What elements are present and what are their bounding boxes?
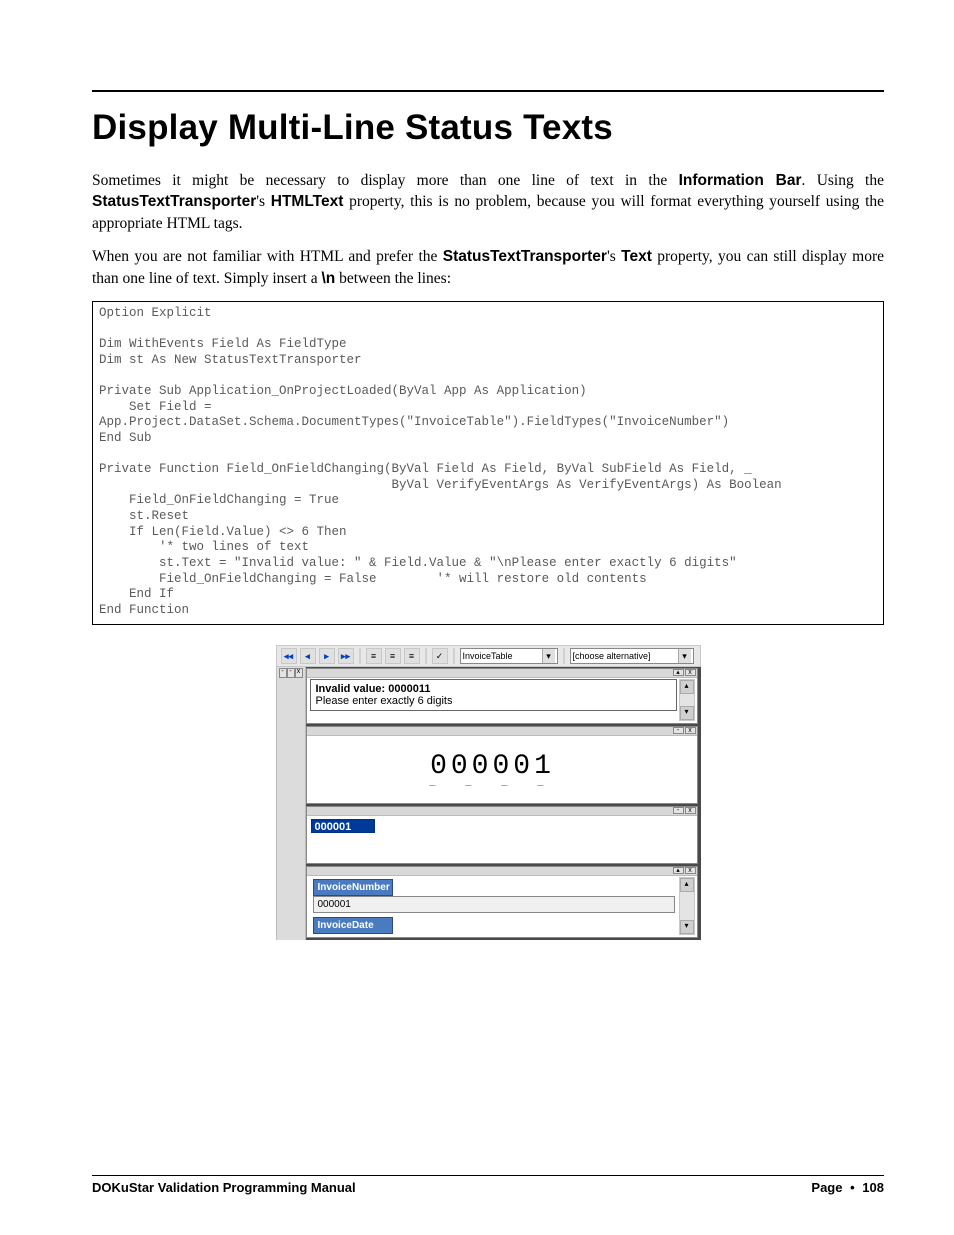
status-message-line-1: Invalid value: 0000011 xyxy=(316,683,671,695)
align-button-1[interactable]: ≡ xyxy=(366,648,382,664)
page-title: Display Multi-Line Status Texts xyxy=(92,108,884,148)
pane-close-button[interactable]: x xyxy=(685,867,696,874)
pane-close-button[interactable]: x xyxy=(685,669,696,676)
code-listing: Option Explicit Dim WithEvents Field As … xyxy=(92,301,884,626)
tick-marks: _ _ _ _ xyxy=(429,778,555,789)
separator xyxy=(453,648,455,664)
bullet-icon: • xyxy=(846,1180,859,1195)
toolbar: ◂◂ ◂ ▸ ▸▸ ≡ ≡ ≡ ✓ InvoiceTable ▾ [choose… xyxy=(276,645,701,667)
nav-first-button[interactable]: ◂◂ xyxy=(281,648,297,664)
status-message-line-2: Please enter exactly 6 digits xyxy=(316,695,671,707)
page-footer: DOKuStar Validation Programming Manual P… xyxy=(92,1175,884,1195)
paragraph-1: Sometimes it might be necessary to displ… xyxy=(92,170,884,234)
separator xyxy=(359,648,361,664)
text: Sometimes it might be necessary to displ… xyxy=(92,172,679,189)
chevron-down-icon: ▾ xyxy=(542,649,555,663)
input-pane: - x 000001 xyxy=(306,806,698,864)
left-gutter: - - x xyxy=(276,667,306,940)
invoice-number-input[interactable]: 000001 xyxy=(311,819,375,833)
scroll-down-icon: ▾ xyxy=(680,706,694,720)
nav-next-button[interactable]: ▸ xyxy=(319,648,335,664)
term-text-property: Text xyxy=(621,248,652,265)
field-label-invoice-number[interactable]: InvoiceNumber xyxy=(313,879,393,896)
scroll-up-icon: ▴ xyxy=(680,878,694,892)
nav-last-button[interactable]: ▸▸ xyxy=(338,648,354,664)
separator xyxy=(425,648,427,664)
term-information-bar: Information Bar xyxy=(679,172,802,189)
combo-value: [choose alternative] xyxy=(573,651,651,661)
pane-up-button[interactable]: - xyxy=(673,727,684,734)
status-message-pane: ▴ x Invalid value: 0000011 Please enter … xyxy=(306,668,698,724)
text: 's xyxy=(607,248,621,265)
text: . Using the xyxy=(801,172,884,189)
text: between the lines: xyxy=(335,270,451,287)
text: When you are not familiar with HTML and … xyxy=(92,248,443,265)
term-newline: \n xyxy=(321,270,335,287)
pane-close-button[interactable]: x xyxy=(685,807,696,814)
footer-page-number: 108 xyxy=(862,1180,884,1195)
pane-up-button[interactable]: - xyxy=(673,807,684,814)
pane-up-button[interactable]: ▴ xyxy=(673,867,684,874)
term-status-text-transporter: StatusTextTransporter xyxy=(443,248,607,265)
text: 's xyxy=(256,193,271,210)
combo-value: InvoiceTable xyxy=(463,651,513,661)
footer-page-label: Page xyxy=(811,1180,842,1195)
pane-up-button[interactable]: ▴ xyxy=(673,669,684,676)
align-button-2[interactable]: ≡ xyxy=(385,648,401,664)
gutter-button[interactable]: - xyxy=(279,668,287,678)
chevron-down-icon: ▾ xyxy=(678,649,691,663)
image-preview-pane: - x 000001 _ _ _ _ xyxy=(306,726,698,804)
doc-type-combo[interactable]: InvoiceTable ▾ xyxy=(460,648,558,664)
nav-prev-button[interactable]: ◂ xyxy=(300,648,316,664)
scrollbar[interactable]: ▴ ▾ xyxy=(679,679,695,721)
scroll-down-icon: ▾ xyxy=(680,920,694,934)
fields-pane: ▴ x InvoiceNumber 000001 InvoiceDate ▴ ▾ xyxy=(306,866,698,938)
alternative-combo[interactable]: [choose alternative] ▾ xyxy=(570,648,694,664)
check-button[interactable]: ✓ xyxy=(432,648,448,664)
footer-title: DOKuStar Validation Programming Manual xyxy=(92,1180,356,1195)
term-status-text-transporter: StatusTextTransporter xyxy=(92,193,256,210)
gutter-button[interactable]: - xyxy=(287,668,295,678)
align-button-3[interactable]: ≡ xyxy=(404,648,420,664)
term-html-text: HTMLText xyxy=(271,193,344,210)
scroll-up-icon: ▴ xyxy=(680,680,694,694)
app-screenshot: ◂◂ ◂ ▸ ▸▸ ≡ ≡ ≡ ✓ InvoiceTable ▾ [choose… xyxy=(276,645,701,940)
gutter-close-button[interactable]: x xyxy=(295,668,303,678)
scrollbar[interactable]: ▴ ▾ xyxy=(679,877,695,935)
field-label-invoice-date[interactable]: InvoiceDate xyxy=(313,917,393,934)
paragraph-2: When you are not familiar with HTML and … xyxy=(92,246,884,289)
field-value-invoice-number[interactable]: 000001 xyxy=(313,896,675,913)
pane-close-button[interactable]: x xyxy=(685,727,696,734)
separator xyxy=(563,648,565,664)
